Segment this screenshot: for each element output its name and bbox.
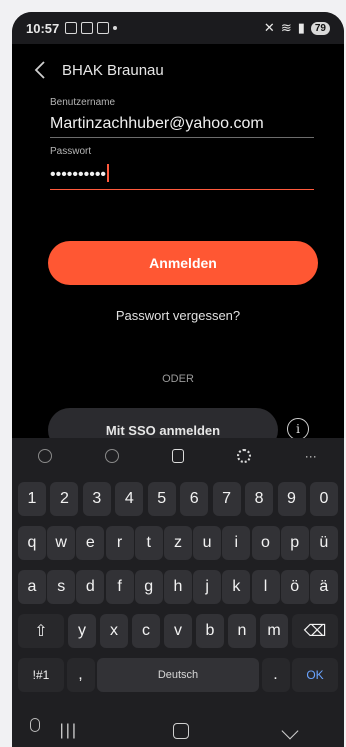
page-title: BHAK Braunau: [62, 61, 164, 79]
key-i[interactable]: i: [222, 526, 251, 560]
key-f[interactable]: f: [105, 570, 134, 604]
emoji-icon: [38, 449, 53, 463]
chevron-left-icon: [34, 61, 45, 79]
key-7[interactable]: 7: [212, 482, 241, 516]
shift-key[interactable]: ⇧: [18, 614, 64, 648]
key-3[interactable]: 3: [82, 482, 111, 516]
username-underline: [50, 137, 314, 138]
key-8[interactable]: 8: [245, 482, 274, 516]
password-label: Passwort: [50, 146, 92, 157]
signal-icon: ▮: [297, 20, 305, 35]
login-button[interactable]: Anmelden: [48, 241, 318, 285]
text-caret: [107, 164, 110, 182]
app-header: BHAK Braunau: [12, 52, 344, 88]
key-s[interactable]: s: [47, 570, 76, 604]
status-time: 10:57: [26, 20, 60, 36]
key-w[interactable]: w: [47, 526, 76, 560]
key-r[interactable]: r: [105, 526, 134, 560]
key-v[interactable]: v: [164, 614, 192, 648]
key-4[interactable]: 4: [115, 482, 144, 516]
key-6[interactable]: 6: [180, 482, 209, 516]
key-b[interactable]: b: [196, 614, 224, 648]
key-m[interactable]: m: [260, 614, 288, 648]
info-icon[interactable]: i: [287, 418, 309, 440]
key-e[interactable]: e: [76, 526, 105, 560]
mute-icon: ✕: [263, 20, 275, 35]
recent-apps-button[interactable]: |||: [60, 722, 78, 740]
profile-icon: [97, 22, 110, 34]
key-p[interactable]: p: [280, 526, 309, 560]
number-row: 1 2 3 4 5 6 7 8 9 0: [18, 482, 338, 516]
key-k[interactable]: k: [222, 570, 251, 604]
key-l[interactable]: l: [251, 570, 280, 604]
key-oe[interactable]: ö: [280, 570, 309, 604]
or-divider-text: ODER: [162, 373, 194, 385]
key-5[interactable]: 5: [147, 482, 176, 516]
key-1[interactable]: 1: [18, 482, 46, 516]
letter-row-2: a s d f g h j k l ö ä: [18, 570, 338, 604]
key-a[interactable]: a: [18, 570, 46, 604]
key-j[interactable]: j: [193, 570, 222, 604]
gear-icon: [237, 449, 252, 463]
password-value: ••••••••••: [50, 166, 107, 183]
key-c[interactable]: c: [132, 614, 160, 648]
key-n[interactable]: n: [228, 614, 256, 648]
key-g[interactable]: g: [134, 570, 163, 604]
clipboard-button[interactable]: [165, 443, 191, 469]
key-9[interactable]: 9: [277, 482, 306, 516]
clipboard-icon: [171, 449, 184, 463]
sticker-icon: [104, 449, 119, 463]
family-icon: [81, 22, 94, 34]
back-button[interactable]: [22, 52, 58, 88]
key-h[interactable]: h: [163, 570, 192, 604]
battery-icon: 79: [310, 21, 330, 35]
password-input[interactable]: ••••••••••: [50, 164, 314, 184]
backspace-key[interactable]: ⌫: [292, 614, 338, 648]
emoji-button[interactable]: [32, 443, 58, 469]
username-input[interactable]: Martinzachhuber@yahoo.com: [50, 115, 314, 133]
key-2[interactable]: 2: [50, 482, 79, 516]
letter-row-3: ⇧ y x c v b n m ⌫: [18, 614, 338, 648]
nav-back-button[interactable]: [281, 722, 299, 740]
forgot-password-link[interactable]: Passwort vergessen?: [12, 308, 344, 323]
status-bar: 10:57 ✕ ≋ ▮ 79: [12, 12, 344, 44]
key-t[interactable]: t: [134, 526, 163, 560]
screen: 10:57 ✕ ≋ ▮ 79 BHAK Braunau Benutzername…: [12, 12, 344, 747]
period-key[interactable]: .: [261, 658, 290, 692]
ok-key[interactable]: OK: [292, 658, 338, 692]
key-ue[interactable]: ü: [309, 526, 338, 560]
key-d[interactable]: d: [76, 570, 105, 604]
comma-key[interactable]: ,: [66, 658, 95, 692]
screenshot-icon: [65, 22, 78, 34]
password-underline: [50, 189, 314, 190]
key-z[interactable]: z: [163, 526, 192, 560]
key-ae[interactable]: ä: [309, 570, 338, 604]
more-options-button[interactable]: ···: [298, 443, 324, 469]
username-label: Benutzername: [50, 97, 116, 108]
key-q[interactable]: q: [18, 526, 46, 560]
letter-row-1: q w e r t z u i o p ü: [18, 526, 338, 560]
device-frame: 10:57 ✕ ≋ ▮ 79 BHAK Braunau Benutzername…: [0, 0, 346, 747]
home-button[interactable]: [173, 723, 190, 739]
notification-dot-icon: [113, 26, 118, 30]
key-o[interactable]: o: [251, 526, 280, 560]
bottom-key-row: !#1 , Deutsch . OK: [18, 658, 338, 692]
space-key[interactable]: Deutsch: [97, 658, 259, 692]
key-0[interactable]: 0: [309, 482, 338, 516]
keyboard-toolbar: ···: [12, 438, 344, 474]
key-y[interactable]: y: [68, 614, 96, 648]
keyboard-settings-button[interactable]: [231, 443, 257, 469]
key-x[interactable]: x: [100, 614, 128, 648]
symbols-key[interactable]: !#1: [18, 658, 64, 692]
keyboard: ··· 1 2 3 4 5 6 7 8 9 0 q w e r t z u i …: [12, 438, 344, 747]
key-u[interactable]: u: [193, 526, 222, 560]
sticker-button[interactable]: [99, 443, 125, 469]
wifi-icon: ≋: [280, 20, 292, 35]
navigation-bar: |||: [12, 715, 344, 747]
